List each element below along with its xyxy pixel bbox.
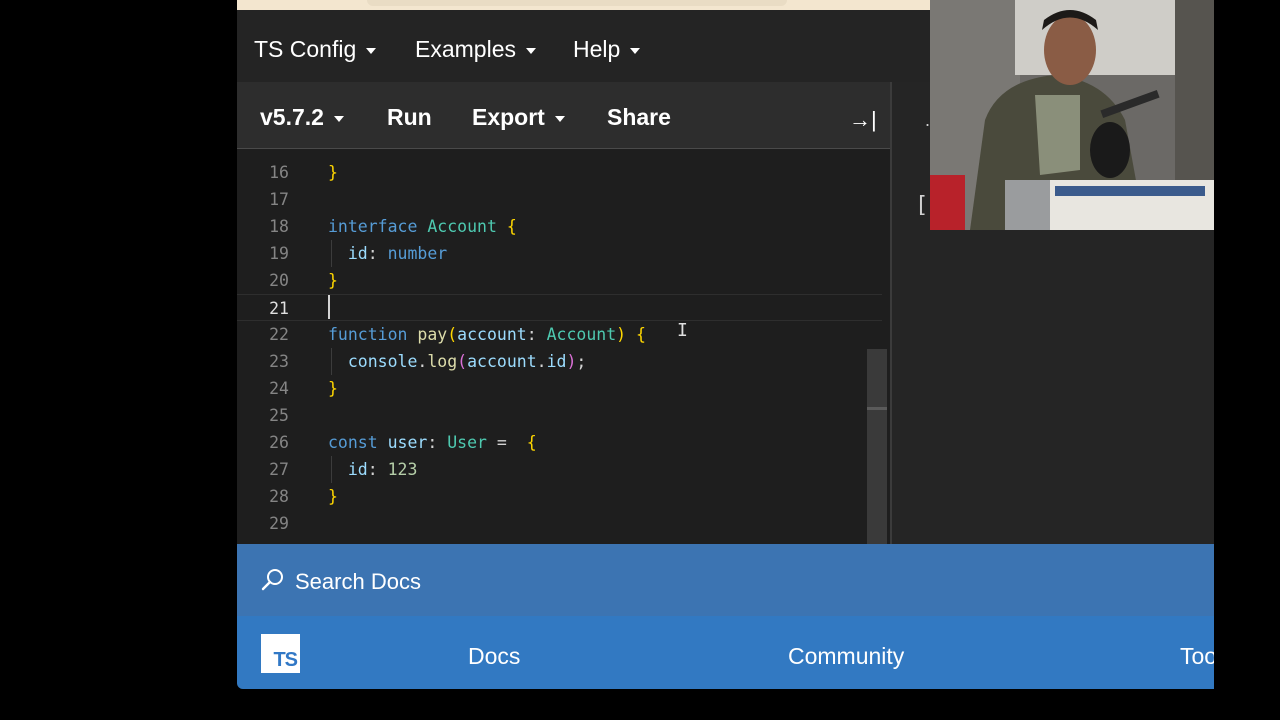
scrollbar-position-marker: [867, 407, 887, 410]
webcam-image: [930, 0, 1214, 230]
code-text: id: 123: [347, 460, 418, 479]
nav-ts-config-label: TS Config: [254, 36, 357, 62]
code-line: 26 const user: User = {: [237, 429, 882, 456]
code-line: 16 }: [237, 159, 882, 186]
code-text: }: [328, 487, 338, 506]
line-number: 22: [269, 325, 289, 344]
search-icon: [261, 569, 283, 591]
line-number: 29: [269, 514, 289, 533]
code-line: 19 id: number: [237, 240, 882, 267]
nav-help-label: Help: [573, 36, 621, 62]
code-line: 18 interface Account {: [237, 213, 882, 240]
text-cursor: [328, 295, 330, 319]
code-line: 23 console.log(account.id);: [237, 348, 882, 375]
line-number: 25: [269, 406, 289, 425]
code-line: 24 }: [237, 375, 882, 402]
editor-scrollbar[interactable]: [867, 349, 887, 544]
code-text: }: [328, 271, 338, 290]
line-number: 18: [269, 217, 289, 236]
line-number: 21: [269, 299, 289, 318]
code-line: 29: [237, 510, 882, 537]
run-button[interactable]: Run: [387, 104, 432, 131]
code-line: 20 }: [237, 267, 882, 294]
search-docs-label: Search Docs: [295, 569, 421, 594]
code-line: 28 }: [237, 483, 882, 510]
line-number: 28: [269, 487, 289, 506]
search-docs-bar[interactable]: Search Docs: [237, 544, 1214, 616]
run-label: Run: [387, 104, 432, 130]
line-number: 16: [269, 163, 289, 182]
collapse-sidebar-icon[interactable]: →|: [849, 107, 877, 133]
chevron-down-icon: [554, 115, 565, 122]
chevron-down-icon: [333, 115, 344, 122]
code-line-active: 21: [237, 294, 882, 321]
code-line: 22 function pay(account: Account) {: [237, 321, 882, 348]
line-number: 24: [269, 379, 289, 398]
line-number: 26: [269, 433, 289, 452]
editor-toolbar: v5.7.2 Run Export Share →|: [237, 82, 891, 149]
export-label: Export: [472, 104, 545, 130]
nav-examples[interactable]: Examples: [415, 36, 536, 63]
nav-examples-label: Examples: [415, 36, 516, 62]
chevron-down-icon: [630, 47, 641, 54]
line-number: 17: [269, 190, 289, 209]
code-text: function pay(account: Account) {: [328, 325, 646, 344]
share-button[interactable]: Share: [607, 104, 671, 131]
output-pane-bracket: [: [915, 193, 929, 218]
code-line: 25: [237, 402, 882, 429]
typescript-logo[interactable]: TS: [261, 634, 300, 673]
code-text: const user: User = {: [328, 433, 537, 452]
chevron-down-icon: [525, 47, 536, 54]
nav-ts-config[interactable]: TS Config: [254, 36, 377, 63]
chevron-down-icon: [366, 47, 377, 54]
code-text: id: number: [347, 244, 448, 263]
code-line: 17: [237, 186, 882, 213]
code-text: console.log(account.id);: [347, 352, 587, 371]
line-number: 27: [269, 460, 289, 479]
footer-link-docs[interactable]: Docs: [468, 643, 520, 670]
code-text: }: [328, 163, 338, 182]
export-dropdown[interactable]: Export: [472, 104, 565, 131]
code-text: interface Account {: [328, 217, 517, 236]
line-number: 20: [269, 271, 289, 290]
webcam-overlay: [930, 0, 1214, 230]
footer-link-community[interactable]: Community: [788, 643, 904, 670]
address-bar-edge: [367, 0, 787, 6]
footer-link-tools[interactable]: Too: [1180, 643, 1214, 670]
line-number: 19: [269, 244, 289, 263]
version-label: v5.7.2: [260, 104, 324, 130]
line-number: 23: [269, 352, 289, 371]
code-line: 27 id: 123: [237, 456, 882, 483]
code-text: }: [328, 379, 338, 398]
code-editor[interactable]: 16 } 17 18 interface Account { 19 id: nu…: [237, 149, 890, 544]
share-label: Share: [607, 104, 671, 130]
nav-help[interactable]: Help: [573, 36, 641, 63]
version-dropdown[interactable]: v5.7.2: [260, 104, 344, 131]
ibeam-cursor-icon: I: [677, 320, 688, 341]
logo-text: TS: [273, 649, 298, 671]
site-footer-nav: TS Docs Community Too: [237, 616, 1214, 689]
